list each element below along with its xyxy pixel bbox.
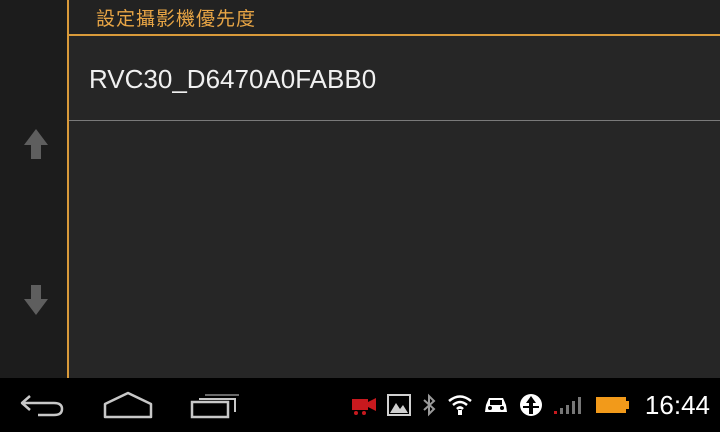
back-button[interactable] [16, 388, 70, 422]
camera-record-icon [351, 390, 377, 420]
clock: 16:44 [644, 389, 710, 420]
home-button[interactable] [100, 388, 156, 422]
arrow-up-icon [24, 129, 48, 159]
gallery-icon [386, 390, 411, 420]
list-item[interactable]: RVC30_D6470A0FABB0 [69, 36, 720, 121]
scroll-down-button[interactable] [18, 280, 54, 320]
back-icon [20, 395, 64, 417]
car-icon [483, 390, 509, 420]
home-icon [103, 391, 153, 419]
screen: 設定攝影機優先度 RVC30_D6470A0FABB0 16:44 [0, 0, 720, 432]
dialog-header: 設定攝影機優先度 [69, 0, 720, 34]
scroll-up-button[interactable] [18, 124, 54, 164]
bluetooth-icon [421, 390, 437, 420]
camera-name: RVC30_D6470A0FABB0 [89, 64, 377, 94]
battery-icon [595, 390, 631, 420]
navigation-icon [519, 390, 543, 420]
scroll-rail [0, 0, 67, 378]
page-title: 設定攝影機優先度 [96, 8, 257, 30]
camera-list: RVC30_D6470A0FABB0 [69, 36, 720, 378]
recent-apps-icon [190, 394, 239, 419]
signal-icon [553, 390, 585, 420]
wifi-icon [447, 390, 473, 420]
status-icons: 16:44 [351, 378, 710, 432]
arrow-down-icon [24, 285, 48, 315]
recent-apps-button[interactable] [186, 388, 242, 422]
system-navigation-bar: 16:44 [0, 378, 720, 432]
